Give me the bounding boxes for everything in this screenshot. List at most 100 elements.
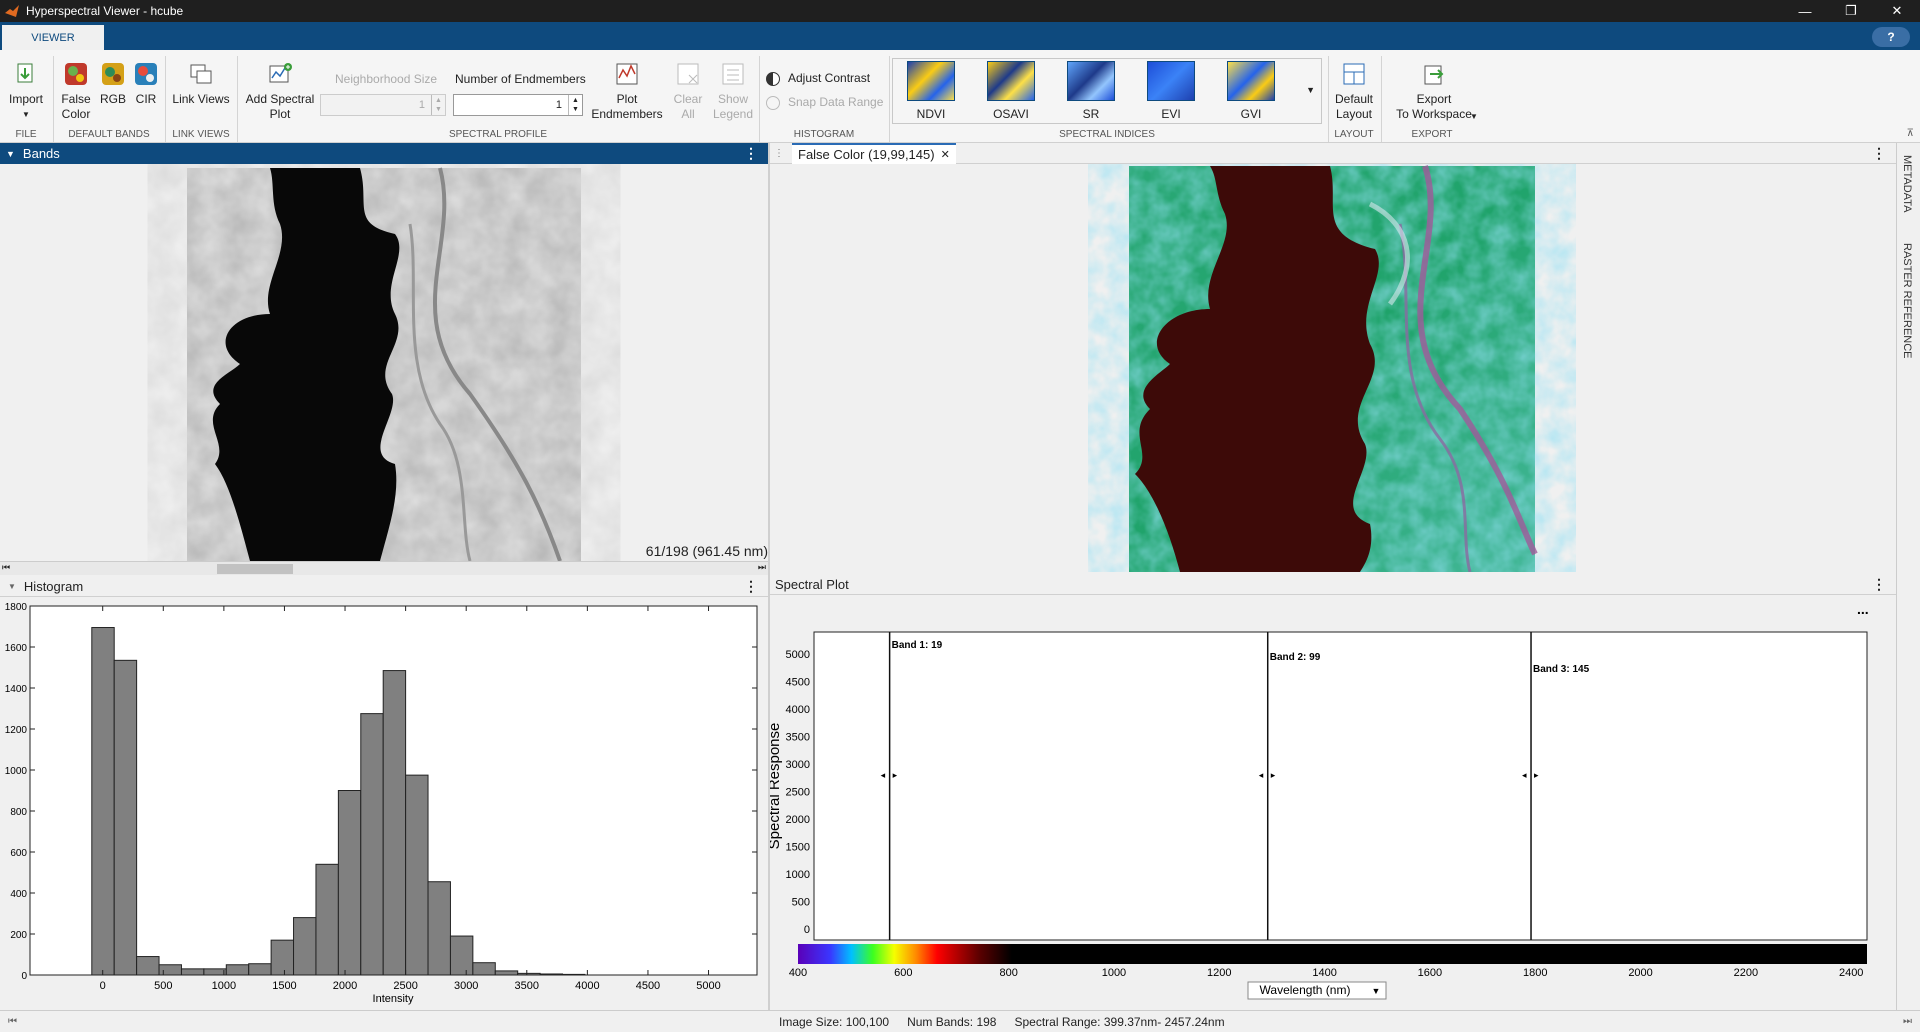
osavi-icon xyxy=(987,61,1035,101)
show-legend-label: Show Legend xyxy=(712,92,754,121)
band-scrollbar-thumb[interactable] xyxy=(217,564,293,574)
tab-viewer[interactable]: VIEWER xyxy=(2,25,104,50)
more-options-icon[interactable]: ... xyxy=(1857,601,1869,617)
group-label-export: EXPORT xyxy=(1411,129,1453,140)
link-views-label: Link Views xyxy=(172,92,230,106)
chevron-down-icon: ▼ xyxy=(22,110,30,119)
histogram-bar xyxy=(180,968,205,976)
histogram-y-tick-label: 1400 xyxy=(5,684,28,695)
ndvi-label: NDVI xyxy=(916,107,946,121)
scroll-right-icon[interactable]: ⏭ xyxy=(1903,1016,1912,1027)
layout-icon xyxy=(1343,63,1365,85)
collapse-icon[interactable]: ▼ xyxy=(6,149,15,159)
spectral-y-tick-label: 5000 xyxy=(786,649,810,661)
tab-false-color[interactable]: False Color (19,99,145) ✕ xyxy=(792,142,956,164)
drag-handle-icon[interactable]: ⋮ xyxy=(774,148,784,159)
scroll-right-icon[interactable]: ⏭ xyxy=(758,562,766,573)
histogram-x-tick-label: 3000 xyxy=(454,980,478,992)
metadata-tab[interactable]: METADATA xyxy=(1901,155,1913,212)
false-color-image-view[interactable] xyxy=(770,164,1896,572)
histogram-y-tick-label: 1800 xyxy=(5,602,28,613)
evi-icon xyxy=(1147,61,1195,101)
band-image-view[interactable]: 61/198 (961.45 nm) xyxy=(0,164,768,562)
cir-icon xyxy=(135,63,157,85)
neighborhood-size-spinner[interactable]: 1 ▲ ▼ xyxy=(320,94,446,116)
maximize-button[interactable]: ❐ xyxy=(1828,0,1874,22)
more-options-icon[interactable]: ⋮ xyxy=(1872,576,1886,593)
marker-right-arrow-icon: ▸ xyxy=(1534,770,1539,780)
image-size-status: Image Size: 100,100 xyxy=(779,1014,890,1029)
import-label: Import xyxy=(8,92,43,106)
histogram-chart[interactable]: 0 500 1000 1500 2000 2500 3000 3500 4000 4500 5000… xyxy=(0,598,768,1008)
evi-button[interactable]: EVI xyxy=(1143,61,1199,121)
ndvi-button[interactable]: NDVI xyxy=(903,61,959,121)
clear-all-button[interactable]: Clear All xyxy=(668,60,708,122)
scroll-left-icon[interactable]: ⏮ xyxy=(8,1016,17,1027)
cir-button[interactable]: CIR xyxy=(132,60,160,107)
bands-title: Bands xyxy=(22,146,60,161)
spectral-x-tick-label: 600 xyxy=(894,967,912,979)
band-scrollbar[interactable]: ⏮ ⏭ xyxy=(0,561,768,575)
add-spectral-plot-button[interactable]: Add Spectral Plot xyxy=(242,60,318,122)
default-layout-button[interactable]: Default Layout xyxy=(1334,60,1374,122)
false-color-button[interactable]: False Color xyxy=(58,60,94,122)
plot-endmembers-button[interactable]: Plot Endmembers xyxy=(590,60,664,122)
histogram-bar xyxy=(248,963,272,976)
spectral-indices-gallery: NDVI OSAVI SR EVI GVI ▼ xyxy=(892,58,1322,124)
histogram-x-tick-label: 4500 xyxy=(636,980,660,992)
gvi-label: GVI xyxy=(1240,107,1262,121)
spectral-x-tick-label: 2200 xyxy=(1734,967,1758,979)
gvi-button[interactable]: GVI xyxy=(1223,61,1279,121)
sr-label: SR xyxy=(1082,107,1100,121)
snap-data-range-button[interactable]: Snap Data Range xyxy=(766,95,883,110)
spectral-y-tick-label: 4000 xyxy=(786,704,810,716)
more-options-icon[interactable]: ⋮ xyxy=(744,578,758,595)
collapse-icon[interactable]: ▼ xyxy=(8,582,16,591)
band-number-label: 61/198 (961.45 nm) xyxy=(645,543,768,559)
marker-right-arrow-icon: ▸ xyxy=(1271,770,1276,780)
rgb-button[interactable]: RGB xyxy=(98,60,128,107)
spectral-x-tick-label: 1200 xyxy=(1207,967,1231,979)
add-spectral-plot-label: Add Spectral Plot xyxy=(245,92,315,121)
plot-endmembers-icon xyxy=(616,63,638,85)
spectral-plot-chart[interactable]: ... 0 500 1000 1500 2000 2500 3000 3500 4000 4500… xyxy=(770,596,1896,1010)
histogram-bar xyxy=(225,964,250,976)
osavi-button[interactable]: OSAVI xyxy=(983,61,1039,121)
raster-reference-tab[interactable]: RASTER REFERENCE xyxy=(1901,243,1913,359)
more-options-icon[interactable]: ⋮ xyxy=(744,145,758,162)
neighborhood-size-value: 1 xyxy=(418,99,425,111)
ribbon: Import ▼ FILE False Color RGB CIR DEFAUL… xyxy=(0,50,1920,143)
histogram-bar xyxy=(270,939,295,976)
collapse-ribbon-icon[interactable]: ⊼ xyxy=(1907,128,1914,139)
snap-data-range-label: Snap Data Range xyxy=(788,95,884,109)
histogram-title: Histogram xyxy=(23,578,84,594)
rgb-label: RGB xyxy=(99,92,126,106)
show-legend-button[interactable]: Show Legend xyxy=(712,60,754,122)
export-to-workspace-button[interactable]: Export To Workspace xyxy=(1388,60,1480,122)
group-label-file: FILE xyxy=(15,129,37,140)
help-button[interactable]: ? xyxy=(1872,27,1910,47)
show-legend-icon xyxy=(722,63,744,85)
histogram-y-tick-label: 1200 xyxy=(5,725,28,736)
link-views-button[interactable]: Link Views xyxy=(170,60,232,107)
num-endmembers-spinner[interactable]: 1 ▲ ▼ xyxy=(453,94,583,116)
spectral-x-tick-label: 800 xyxy=(999,967,1017,979)
marker-left-arrow-icon: ◂ xyxy=(881,770,886,780)
scroll-left-icon[interactable]: ⏮ xyxy=(2,562,10,573)
import-button[interactable]: Import ▼ xyxy=(6,60,46,122)
close-button[interactable]: ✕ xyxy=(1874,0,1920,22)
chevron-down-icon[interactable]: ▼ xyxy=(1470,112,1478,121)
more-options-icon[interactable]: ⋮ xyxy=(1872,145,1886,162)
adjust-contrast-button[interactable]: Adjust Contrast xyxy=(766,71,870,86)
spectral-y-tick-label: 4500 xyxy=(786,677,810,689)
band-image xyxy=(187,167,581,562)
gallery-expand-icon[interactable]: ▼ xyxy=(1306,85,1315,95)
close-tab-icon[interactable]: ✕ xyxy=(941,148,950,161)
spectral-y-tick-label: 1500 xyxy=(786,842,810,854)
cir-label: CIR xyxy=(135,92,157,106)
minimize-button[interactable]: — xyxy=(1782,0,1828,22)
spectral-y-tick-label: 500 xyxy=(792,897,810,909)
sr-button[interactable]: SR xyxy=(1063,61,1119,121)
side-panel-strip: METADATA RASTER REFERENCE xyxy=(1896,143,1920,1011)
clear-all-icon xyxy=(677,63,699,85)
